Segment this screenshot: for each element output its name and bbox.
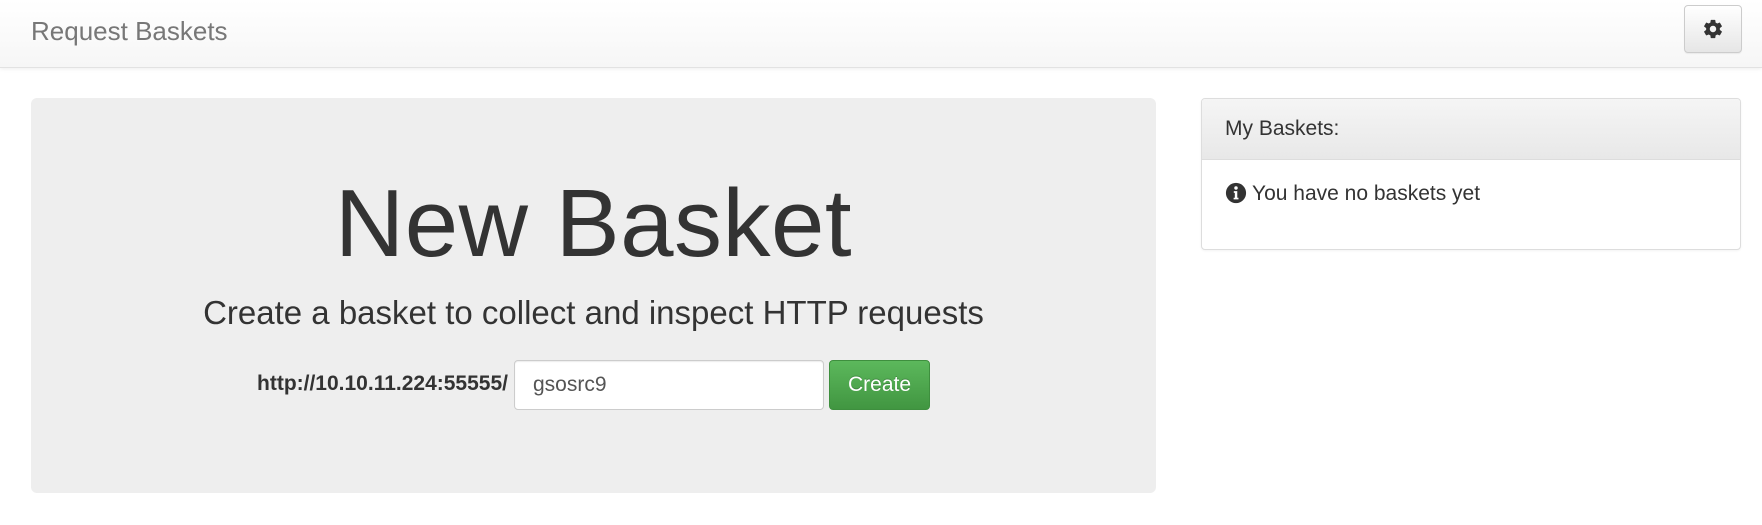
new-basket-jumbotron: New Basket Create a basket to collect an…: [31, 98, 1156, 493]
new-basket-form: http://10.10.11.224:55555/ Create: [31, 359, 1156, 411]
info-circle-icon: [1225, 182, 1247, 204]
new-basket-subtitle: Create a basket to collect and inspect H…: [203, 294, 984, 331]
new-basket-title: New Basket: [334, 170, 853, 277]
settings-button[interactable]: [1684, 5, 1742, 53]
gear-icon: [1704, 19, 1722, 39]
my-baskets-title: My Baskets:: [1225, 117, 1340, 140]
app-brand-link[interactable]: Request Baskets: [31, 16, 228, 46]
create-basket-button[interactable]: Create: [829, 360, 930, 410]
my-baskets-panel: My Baskets: You have no baskets yet: [1201, 98, 1741, 250]
top-navbar: Request Baskets: [0, 0, 1762, 68]
basket-url-prefix: http://10.10.11.224:55555/: [257, 372, 508, 395]
basket-name-input[interactable]: [514, 360, 824, 410]
my-baskets-body: You have no baskets yet: [1202, 160, 1740, 228]
my-baskets-heading: My Baskets:: [1202, 99, 1740, 160]
no-baskets-message: You have no baskets yet: [1252, 182, 1481, 205]
